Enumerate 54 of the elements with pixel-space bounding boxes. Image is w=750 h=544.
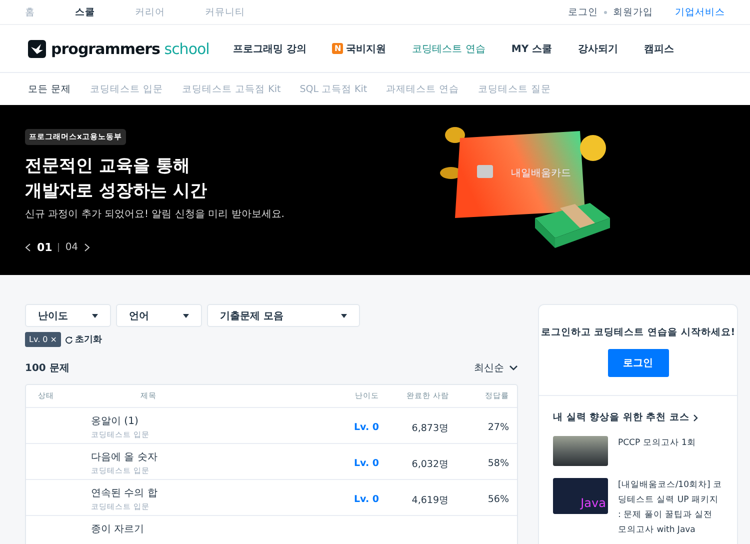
main-menu-item[interactable]: 코딩테스트 연습 bbox=[412, 42, 486, 56]
filter-dropdown[interactable]: 기출문제 모음 bbox=[207, 304, 360, 327]
accuracy-rate: 27% bbox=[488, 422, 509, 433]
login-button[interactable]: 로그인 bbox=[608, 349, 668, 377]
slide-total: 04 bbox=[65, 242, 78, 253]
login-prompt: 로그인하고 코딩테스트 연습을 시작하세요! bbox=[540, 326, 736, 339]
top-link[interactable]: 회원가입 bbox=[613, 6, 653, 18]
filter-chip[interactable]: Lv. 0 × bbox=[25, 332, 61, 347]
logo-text[interactable]: programmers school bbox=[51, 40, 210, 58]
dropdown-arrow-icon bbox=[183, 314, 189, 318]
photo-placeholder bbox=[553, 436, 608, 466]
course-title[interactable]: PCCP 모의고사 1회 bbox=[618, 436, 696, 466]
card-money-drawing: 내일배움카드 bbox=[435, 123, 615, 253]
solved-count: 6,873명 bbox=[412, 423, 449, 434]
logo-icon bbox=[28, 40, 46, 58]
refresh-icon bbox=[65, 336, 73, 344]
reset-button[interactable]: 초기화 bbox=[65, 333, 102, 346]
new-badge: N bbox=[332, 43, 344, 54]
problem-title[interactable]: 다음에 올 숫자 bbox=[83, 450, 324, 464]
sort-dropdown[interactable]: 최신순 bbox=[474, 361, 518, 375]
accuracy-rate: 58% bbox=[488, 458, 509, 469]
dropdown-arrow-icon bbox=[341, 314, 347, 318]
accuracy-rate: 56% bbox=[488, 494, 509, 505]
solved-count: 4,619명 bbox=[412, 495, 449, 506]
level-cell: Lv. 0 bbox=[354, 494, 379, 505]
dropdown-arrow-icon bbox=[92, 314, 98, 318]
solved-count: 6,032명 bbox=[412, 459, 449, 470]
slide-current: 01 bbox=[37, 241, 52, 254]
banner-title: 전문적인 교육을 통해 개발자로 성장하는 시간 bbox=[25, 155, 208, 203]
chevron-right-icon bbox=[692, 414, 698, 422]
recommend-title[interactable]: 내 실력 향상을 위한 추천 코스 bbox=[553, 411, 723, 424]
top-nav-tab[interactable]: 스쿨 bbox=[75, 6, 95, 18]
sub-nav-tab[interactable]: 모든 문제 bbox=[28, 82, 72, 96]
banner-subtitle: 신규 과정이 추가 되었어요! 알림 신청을 미리 받아보세요. bbox=[25, 208, 286, 221]
problem-title[interactable]: 연속된 수의 합 bbox=[83, 486, 324, 500]
chevron-left-icon[interactable] bbox=[25, 243, 31, 252]
course-title[interactable]: [내일배움코스/10회차] 코딩테스트 실력 UP 패키지 : 문제 풀이 꿀팁과 실전 모의고사 with Java bbox=[618, 478, 723, 538]
main-menu-item[interactable]: 프로그래밍 강의 bbox=[233, 42, 306, 56]
level-cell: Lv. 0 bbox=[354, 458, 379, 469]
main-menu-item[interactable]: N 국비지원 bbox=[332, 42, 386, 56]
top-link[interactable]: 로그인 bbox=[568, 6, 598, 18]
course-thumbnail: Java bbox=[553, 478, 608, 514]
chevron-down-icon bbox=[509, 365, 518, 371]
main-menu-item[interactable]: 강사되기 bbox=[578, 42, 618, 56]
chevron-right-icon[interactable] bbox=[84, 243, 90, 252]
filter-dropdown[interactable]: 언어 bbox=[116, 304, 202, 327]
filter-dropdown[interactable]: 난이도 bbox=[25, 304, 111, 327]
main-menu-item[interactable]: 캠피스 bbox=[644, 42, 674, 56]
problem-title[interactable]: 옹알이 (1) bbox=[83, 414, 324, 428]
level-cell: Lv. 0 bbox=[354, 422, 379, 433]
business-link[interactable]: 기업서비스 bbox=[675, 6, 725, 18]
problem-count: 100 문제 bbox=[25, 362, 70, 375]
main-menu-item[interactable]: MY 스쿨 bbox=[511, 42, 552, 56]
problem-title[interactable]: 종이 자르기 bbox=[83, 522, 324, 536]
